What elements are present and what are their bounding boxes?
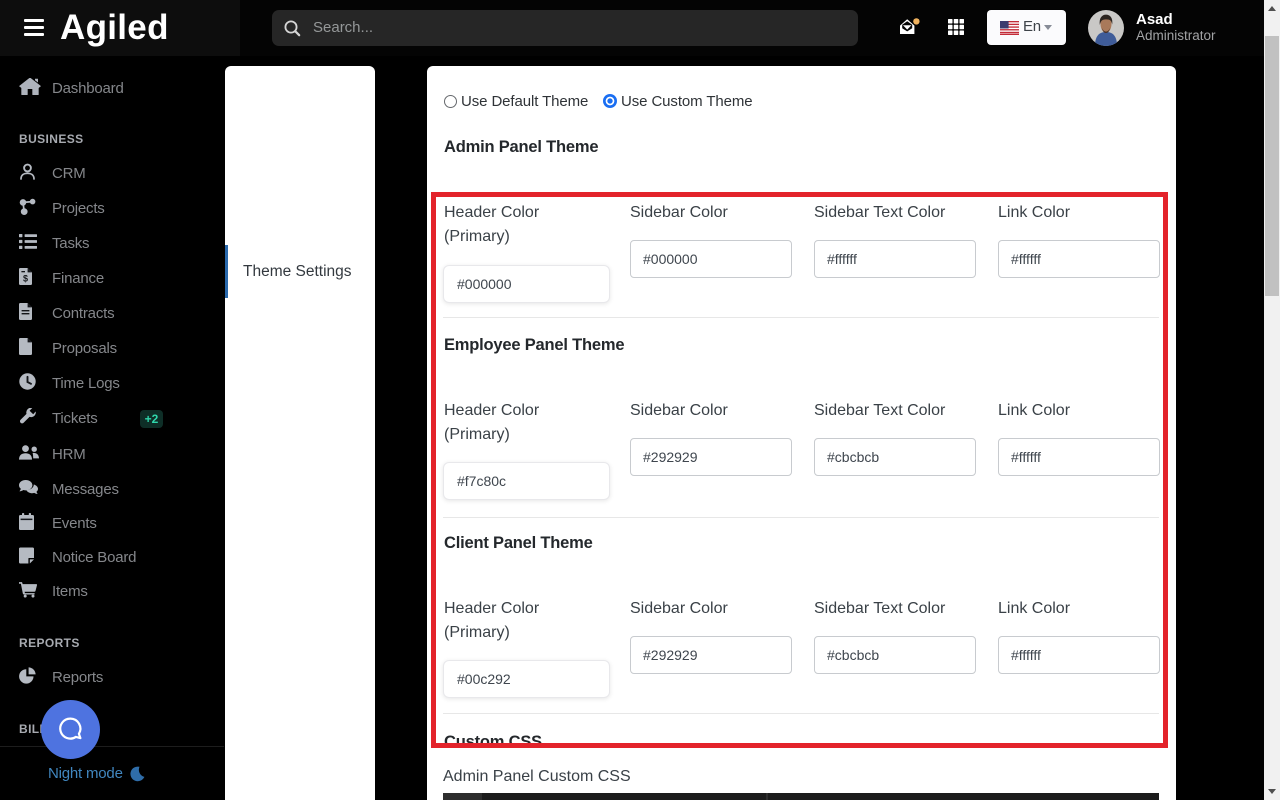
svg-text:$: $ (23, 274, 28, 284)
